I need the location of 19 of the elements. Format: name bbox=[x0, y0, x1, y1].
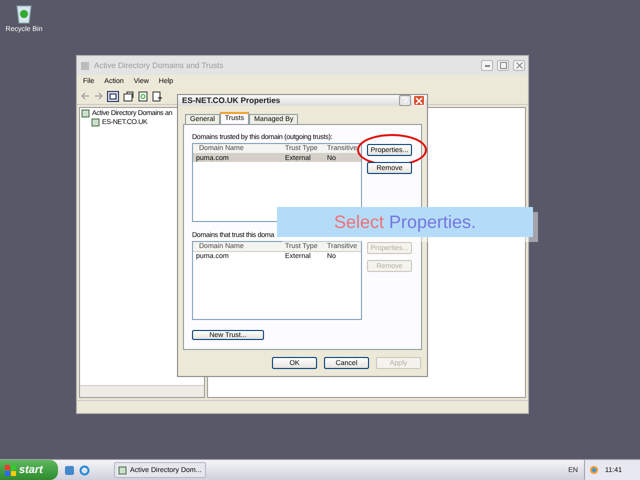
help-button[interactable] bbox=[399, 95, 411, 106]
dialog-title: ES-NET.CO.UK Properties bbox=[182, 96, 282, 105]
back-arrow-icon[interactable] bbox=[81, 92, 90, 100]
horizontal-scrollbar[interactable] bbox=[80, 385, 204, 397]
callout-text: Properties. bbox=[388, 212, 476, 232]
close-icon bbox=[516, 62, 522, 69]
minimize-icon bbox=[484, 64, 490, 66]
maximize-icon bbox=[500, 62, 506, 69]
windows-flag-icon bbox=[5, 464, 16, 476]
minimize-button[interactable] bbox=[481, 60, 493, 71]
question-mark-icon bbox=[402, 96, 408, 104]
close-button[interactable] bbox=[513, 60, 525, 71]
app-icon bbox=[80, 60, 90, 70]
window-title: Active Directory Domains and Trusts bbox=[94, 61, 224, 70]
forward-arrow-icon[interactable] bbox=[94, 92, 103, 100]
callout-text: Select bbox=[334, 212, 384, 232]
maximize-button[interactable] bbox=[497, 60, 509, 71]
domain-icon bbox=[118, 466, 127, 474]
close-icon bbox=[415, 96, 423, 104]
